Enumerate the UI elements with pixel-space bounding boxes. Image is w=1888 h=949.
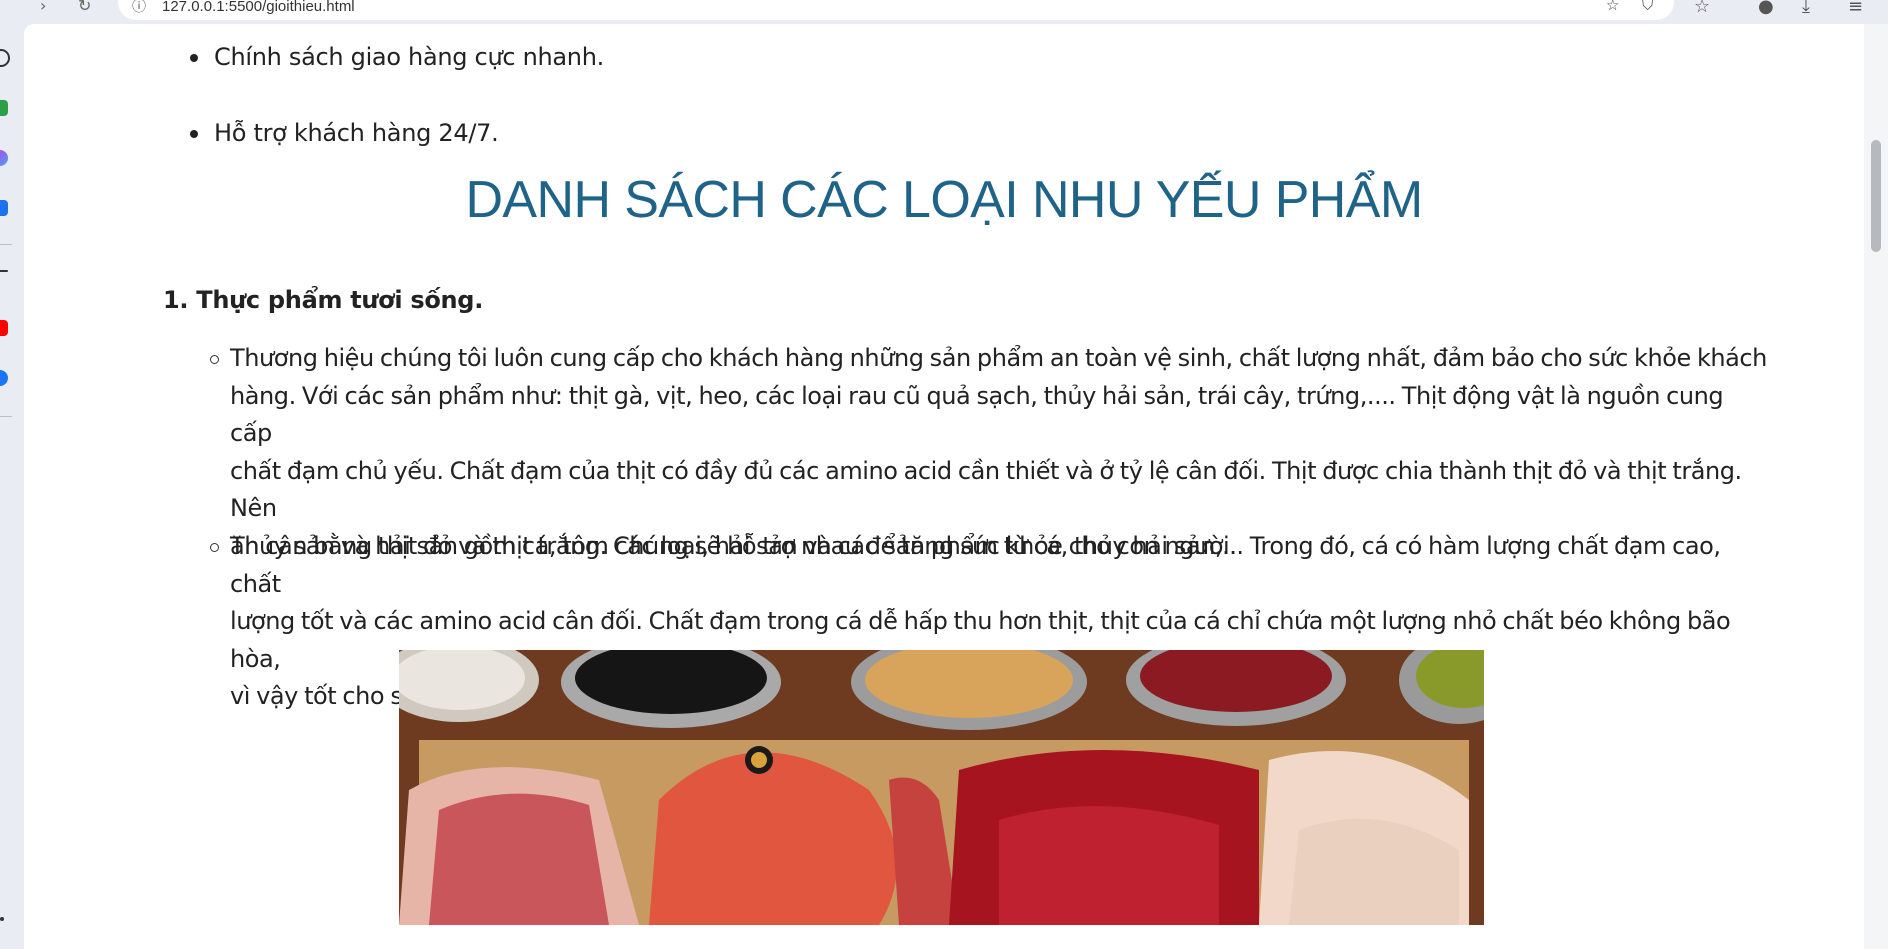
star-icon[interactable]: ☆	[1606, 0, 1619, 14]
fresh-food-image	[379, 634, 1519, 930]
circle-bullet	[210, 355, 219, 364]
back-arrow-icon[interactable]: ›	[40, 0, 46, 15]
url-text[interactable]: 127.0.0.1:5500/gioithieu.html	[162, 0, 355, 15]
sidebar-zalo-icon[interactable]	[0, 200, 8, 216]
bullet-dot	[190, 54, 198, 62]
text-line: hàng. Với các sản phẩm như: thịt gà, vịt…	[230, 381, 1724, 448]
info-icon[interactable]: ⓘ	[132, 0, 146, 16]
text-line: chất đạm chủ yếu. Chất đạm của thịt có đ…	[230, 456, 1742, 523]
reload-icon[interactable]: ↻	[78, 0, 91, 15]
section-title: 1. Thực phẩm tươi sống.	[163, 286, 484, 314]
sidebar-youtube-icon[interactable]	[0, 320, 8, 336]
favorites-icon[interactable]: ☆	[1694, 0, 1710, 17]
sidebar-app-icon[interactable]	[0, 100, 8, 116]
page-title: DANH SÁCH CÁC LOẠI NHU YẾU PHẨM	[465, 171, 1423, 229]
sidebar-copilot-icon[interactable]	[0, 49, 10, 67]
sidebar-messenger-blue-icon[interactable]	[0, 370, 8, 386]
list-item-text: Hỗ trợ khách hàng 24/7.	[214, 119, 499, 147]
bullet-dot	[190, 130, 198, 138]
sidebar-divider	[0, 416, 12, 417]
download-icon[interactable]: ⤓	[1802, 0, 1810, 17]
circle-bullet	[210, 543, 219, 552]
address-bar[interactable]: ⓘ 127.0.0.1:5500/gioithieu.html ☆ ⛉	[118, 0, 1674, 20]
browser-sidebar	[0, 24, 24, 949]
scrollbar-thumb[interactable]	[1871, 140, 1881, 252]
menu-icon[interactable]: ≡	[1848, 0, 1863, 17]
text-line: Thủy sản và hải sản gồm cá, tôm các loại…	[230, 532, 1721, 598]
text-line: Thương hiệu chúng tôi luôn cung cấp cho …	[230, 344, 1767, 372]
sidebar-dot-icon	[0, 917, 4, 921]
sidebar-divider	[0, 244, 12, 245]
list-item-text: Chính sách giao hàng cực nhanh.	[214, 43, 604, 71]
browser-toolbar: › ↻ ⓘ 127.0.0.1:5500/gioithieu.html ☆ ⛉ …	[0, 0, 1888, 24]
fresh-food-illustration	[379, 634, 1519, 930]
sidebar-messenger-icon[interactable]	[0, 150, 8, 166]
shield-icon[interactable]: ⛉	[1642, 0, 1653, 14]
sidebar-minus-icon[interactable]	[0, 270, 8, 272]
profile-icon[interactable]: ●	[1758, 0, 1774, 17]
